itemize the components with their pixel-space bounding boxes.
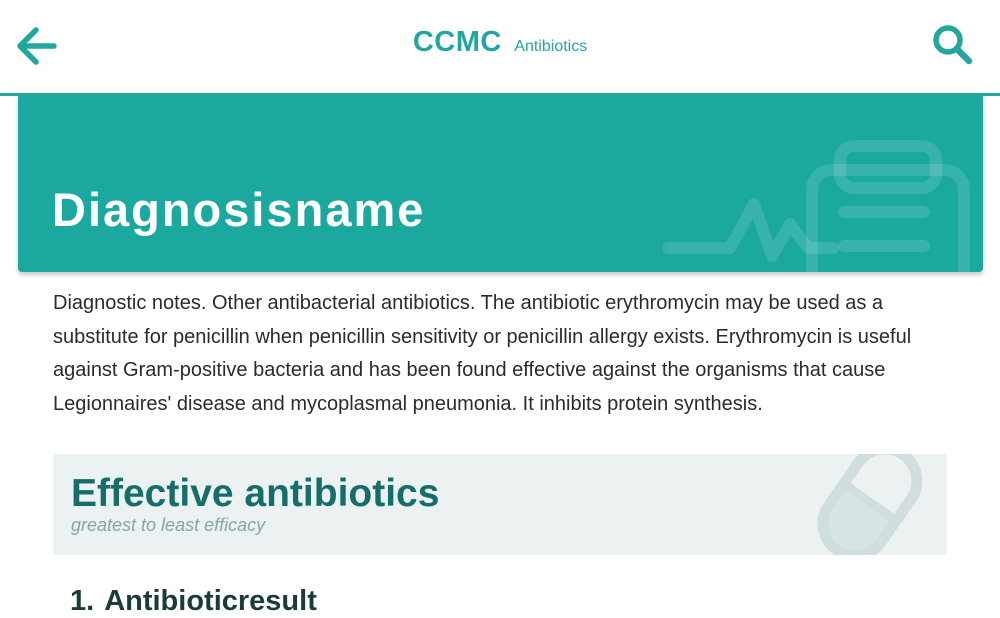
diagnostic-notes: Diagnostic notes. Other antibacterial an…	[53, 292, 912, 415]
pill-icon	[817, 454, 923, 555]
list-item-name: Antibioticresult	[104, 585, 317, 617]
app-header: CCMC Antibiotics	[0, 0, 1000, 96]
section-title: Effective antibiotics	[71, 472, 440, 515]
diagnosis-title: Diagnosisname	[52, 183, 426, 236]
search-button[interactable]	[930, 22, 976, 68]
search-icon	[933, 25, 973, 65]
effective-antibiotics-section: Effective antibiotics greatest to least …	[53, 454, 947, 555]
diagnosis-banner: Diagnosisname	[18, 96, 983, 272]
clipboard-heartbeat-icon	[662, 140, 970, 272]
app-name: CCMC	[412, 26, 502, 58]
antibiotic-list-item[interactable]: 1. Antibioticresult	[70, 585, 317, 618]
section-name: Antibiotics	[514, 38, 588, 55]
section-subtitle: greatest to least efficacy	[71, 515, 266, 535]
list-item-number: 1.	[70, 585, 95, 617]
app-brand: CCMC Antibiotics	[0, 26, 1000, 59]
